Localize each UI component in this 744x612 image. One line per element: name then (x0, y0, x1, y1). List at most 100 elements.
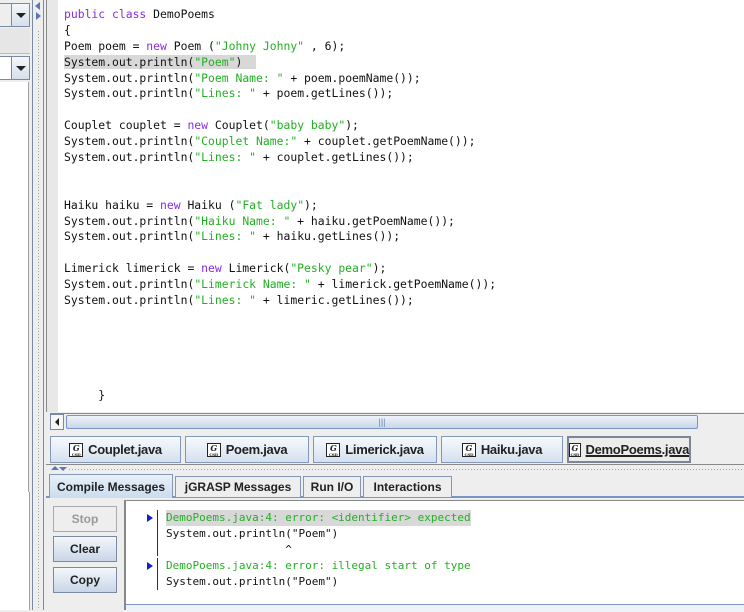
string-literal: "Pesky pear" (290, 261, 373, 276)
code-token: System.out.println( (64, 277, 195, 292)
dropdown-button[interactable] (11, 4, 29, 26)
java-file-icon: G CSD (326, 442, 341, 457)
editor-horizontal-scrollbar[interactable]: ||| (50, 413, 744, 430)
expand-right-icon[interactable] (36, 12, 41, 20)
editor-gutter (47, 0, 58, 412)
code-line[interactable]: { (64, 23, 496, 39)
string-literal: "baby baby" (269, 118, 346, 133)
code-token: , 6); (304, 38, 346, 53)
error-message[interactable]: DemoPoems.java:4: error: <identifier> ex… (166, 510, 471, 526)
browse-combo-top[interactable] (0, 3, 30, 27)
collapse-left-icon[interactable] (35, 2, 40, 10)
file-tab-limerick-java[interactable]: G CSD Limerick.java (313, 436, 437, 463)
tab-interactions[interactable]: Interactions (363, 476, 452, 497)
code-line[interactable]: } (64, 388, 496, 404)
file-tab-bar: G CSD Couplet.java G CSD Poem.java G CSD Limeric… (46, 432, 744, 464)
file-tab-label: Limerick.java (345, 442, 424, 457)
code-line[interactable]: System.out.println("Lines: " + poem.getL… (64, 86, 496, 102)
collapse-down-icon[interactable] (59, 467, 67, 471)
java-file-icon: G CSD (206, 442, 221, 457)
expand-up-icon[interactable] (51, 466, 59, 470)
code-token: System.out.println( (64, 213, 195, 228)
code-line[interactable]: Limerick limerick = new Limerick("Pesky … (64, 261, 496, 277)
horizontal-splitter[interactable] (46, 464, 744, 473)
code-token: System.out.println( (64, 229, 195, 244)
code-text[interactable]: public class DemoPoems{Poem poem = new P… (64, 7, 496, 404)
code-line[interactable]: System.out.println("Lines: " + haiku.get… (64, 229, 496, 245)
code-line[interactable] (64, 357, 496, 373)
error-marker-icon[interactable] (147, 562, 153, 570)
message-horizontal-scrollbar[interactable] (126, 604, 744, 612)
file-tab-haiku-java[interactable]: G CSD Haiku.java (441, 436, 563, 463)
code-token: System.out.println( (64, 134, 195, 149)
error-range-bar (157, 510, 158, 556)
browse-lower-pane (0, 492, 30, 610)
file-tab-couplet-java[interactable]: G CSD Couplet.java (50, 436, 181, 463)
message-tab-bar: Compile Messages jGRASP Messages Run I/O In… (46, 474, 744, 498)
code-line[interactable]: System.out.println("Lines: " + limeric.g… (64, 293, 496, 309)
stop-button[interactable]: Stop (53, 506, 117, 532)
code-line[interactable]: Poem poem = new Poem ("Johny Johny" , 6)… (64, 39, 496, 55)
file-tab-label: Poem.java (225, 442, 288, 457)
tab-compile-messages[interactable]: Compile Messages (49, 474, 173, 498)
browse-file-list[interactable] (0, 82, 29, 492)
string-literal: "Fat lady" (235, 197, 305, 212)
tab-jgrasp-messages[interactable]: jGRASP Messages (175, 476, 301, 497)
code-token: System.out.println( (64, 150, 195, 165)
code-line[interactable]: System.out.println("Poem Name: " + poem.… (64, 71, 496, 87)
string-literal: "Lines: " (194, 229, 257, 244)
compile-messages-pane: Stop Clear Copy DemoPoems.java:4: error:… (46, 498, 744, 612)
keyword: new (160, 197, 181, 212)
clear-button[interactable]: Clear (53, 536, 117, 562)
scroll-left-button[interactable] (50, 414, 64, 430)
code-line[interactable] (64, 325, 496, 341)
code-token: ); (304, 197, 318, 212)
code-token: Poem poem = (64, 38, 147, 53)
code-line[interactable]: System.out.println("Limerick Name: " + l… (64, 277, 496, 293)
code-token: System.out.println( (64, 86, 195, 101)
code-line[interactable] (64, 372, 496, 388)
code-editor[interactable]: public class DemoPoems{Poem poem = new P… (46, 0, 744, 412)
code-line[interactable]: System.out.println("Couplet Name:" + cou… (64, 134, 496, 150)
code-line[interactable] (64, 341, 496, 357)
keyword: new (187, 118, 209, 133)
code-token: ); (345, 118, 359, 133)
dropdown-button[interactable] (11, 57, 29, 79)
code-line[interactable] (64, 309, 496, 325)
code-token: ) (235, 54, 257, 69)
string-literal: "Couplet Name:" (194, 134, 298, 149)
error-message[interactable]: DemoPoems.java:4: error: illegal start o… (166, 558, 471, 574)
code-token: ); (372, 261, 387, 276)
code-line[interactable] (64, 182, 496, 198)
browse-filter-combo[interactable] (0, 56, 30, 80)
string-literal: "Poem" (194, 54, 236, 69)
code-token: } (64, 388, 106, 403)
code-token: + haiku.getLines()); (256, 229, 401, 244)
tab-run-i-o[interactable]: Run I/O (303, 476, 361, 497)
vertical-splitter[interactable] (32, 0, 44, 610)
scrollbar-thumb[interactable]: ||| (66, 415, 698, 429)
code-token: Haiku haiku = (64, 197, 161, 212)
code-line[interactable] (64, 102, 496, 118)
file-tab-label: Couplet.java (88, 442, 162, 457)
code-token: { (64, 22, 71, 37)
string-literal: "Lines: " (194, 293, 257, 308)
code-line[interactable] (64, 166, 496, 182)
code-token: System.out.println( (64, 70, 195, 85)
file-tab-poem-java[interactable]: G CSD Poem.java (185, 436, 309, 463)
keyword: new (146, 38, 167, 53)
code-line[interactable]: System.out.println("Haiku Name: " + haik… (64, 214, 496, 230)
error-marker-icon[interactable] (147, 514, 153, 522)
message-output[interactable]: DemoPoems.java:4: error: <identifier> ex… (124, 500, 744, 612)
code-line[interactable]: Haiku haiku = new Haiku ("Fat lady"); (64, 198, 496, 214)
file-tab-demopoems-java[interactable]: G CSD DemoPoems.java (567, 436, 691, 463)
code-line[interactable]: System.out.println("Poem") (64, 54, 496, 71)
java-file-icon: G CSD (569, 442, 581, 457)
code-line[interactable]: public class DemoPoems (64, 7, 496, 23)
copy-button[interactable]: Copy (53, 567, 117, 593)
code-line[interactable] (64, 245, 496, 261)
code-token: + haiku.getPoemName()); (290, 213, 455, 228)
code-line[interactable]: System.out.println("Lines: " + couplet.g… (64, 150, 496, 166)
code-line[interactable]: Couplet couplet = new Couplet("baby baby… (64, 118, 496, 134)
browse-panel (0, 0, 32, 610)
